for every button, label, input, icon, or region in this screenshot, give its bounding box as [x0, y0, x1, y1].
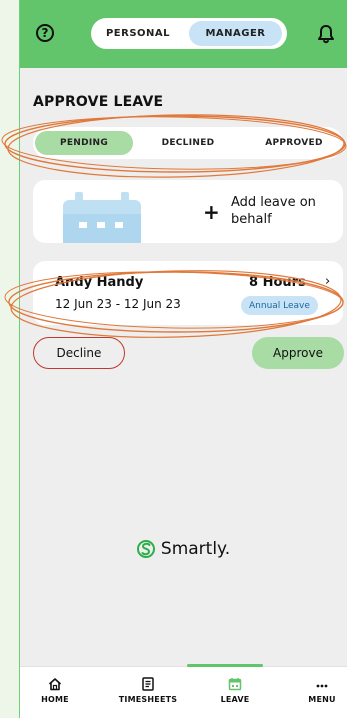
- brand-name: Smartly.: [160, 539, 231, 559]
- smartly-logo-icon: [136, 540, 155, 558]
- plus-icon: +: [203, 200, 220, 224]
- home-icon: [48, 678, 62, 691]
- leave-dates: 12 Jun 23 - 12 Jun 23: [55, 297, 181, 311]
- nav-label-home: HOME: [41, 695, 69, 704]
- app-header: ? PERSONAL MANAGER: [20, 0, 347, 68]
- more-icon: [316, 684, 328, 688]
- calendar-illustration-icon: [63, 192, 141, 243]
- nav-label-timesheets: TIMESHEETS: [118, 695, 178, 704]
- personal-toggle-button[interactable]: PERSONAL: [95, 21, 181, 46]
- brand-footer: Smartly.: [20, 538, 347, 560]
- add-leave-on-behalf-card[interactable]: + Add leave on behalf: [33, 180, 343, 243]
- manager-toggle-button[interactable]: MANAGER: [189, 21, 282, 46]
- role-toggle: PERSONAL MANAGER: [91, 18, 287, 49]
- nav-label-leave: LEAVE: [220, 695, 250, 704]
- nav-label-menu: MENU: [308, 695, 336, 704]
- decline-button[interactable]: Decline: [33, 337, 125, 369]
- calendar-icon: [228, 678, 242, 691]
- add-leave-label: Add leave on behalf: [231, 195, 316, 227]
- nav-item-timesheets[interactable]: TIMESHEETS: [113, 677, 183, 704]
- employee-name: Andy Handy: [55, 275, 144, 290]
- leave-request-card[interactable]: Andy Handy 8 Hours › 12 Jun 23 - 12 Jun …: [33, 261, 343, 325]
- nav-item-home[interactable]: HOME: [20, 677, 90, 704]
- tab-approved[interactable]: APPROVED: [248, 131, 340, 155]
- nav-item-menu[interactable]: MENU: [287, 677, 347, 704]
- bell-icon[interactable]: [317, 24, 335, 44]
- help-icon[interactable]: ?: [36, 24, 54, 42]
- bottom-nav: HOME TIMESHEETS LEAVE MENU: [20, 664, 347, 718]
- filter-tabs: PENDING DECLINED APPROVED: [33, 127, 343, 159]
- leave-type-badge: Annual Leave: [241, 296, 318, 315]
- nav-item-leave[interactable]: LEAVE: [200, 677, 270, 704]
- leave-hours: 8 Hours: [249, 275, 306, 290]
- app-screen: ? PERSONAL MANAGER APPROVE LEAVE PENDING…: [19, 0, 347, 718]
- page-title: APPROVE LEAVE: [33, 94, 164, 110]
- approve-button[interactable]: Approve: [252, 337, 344, 369]
- timesheets-icon: [142, 677, 154, 691]
- active-tab-indicator: [187, 664, 263, 667]
- tab-pending[interactable]: PENDING: [35, 131, 133, 155]
- chevron-right-icon[interactable]: ›: [325, 274, 330, 289]
- tab-declined[interactable]: DECLINED: [143, 131, 233, 155]
